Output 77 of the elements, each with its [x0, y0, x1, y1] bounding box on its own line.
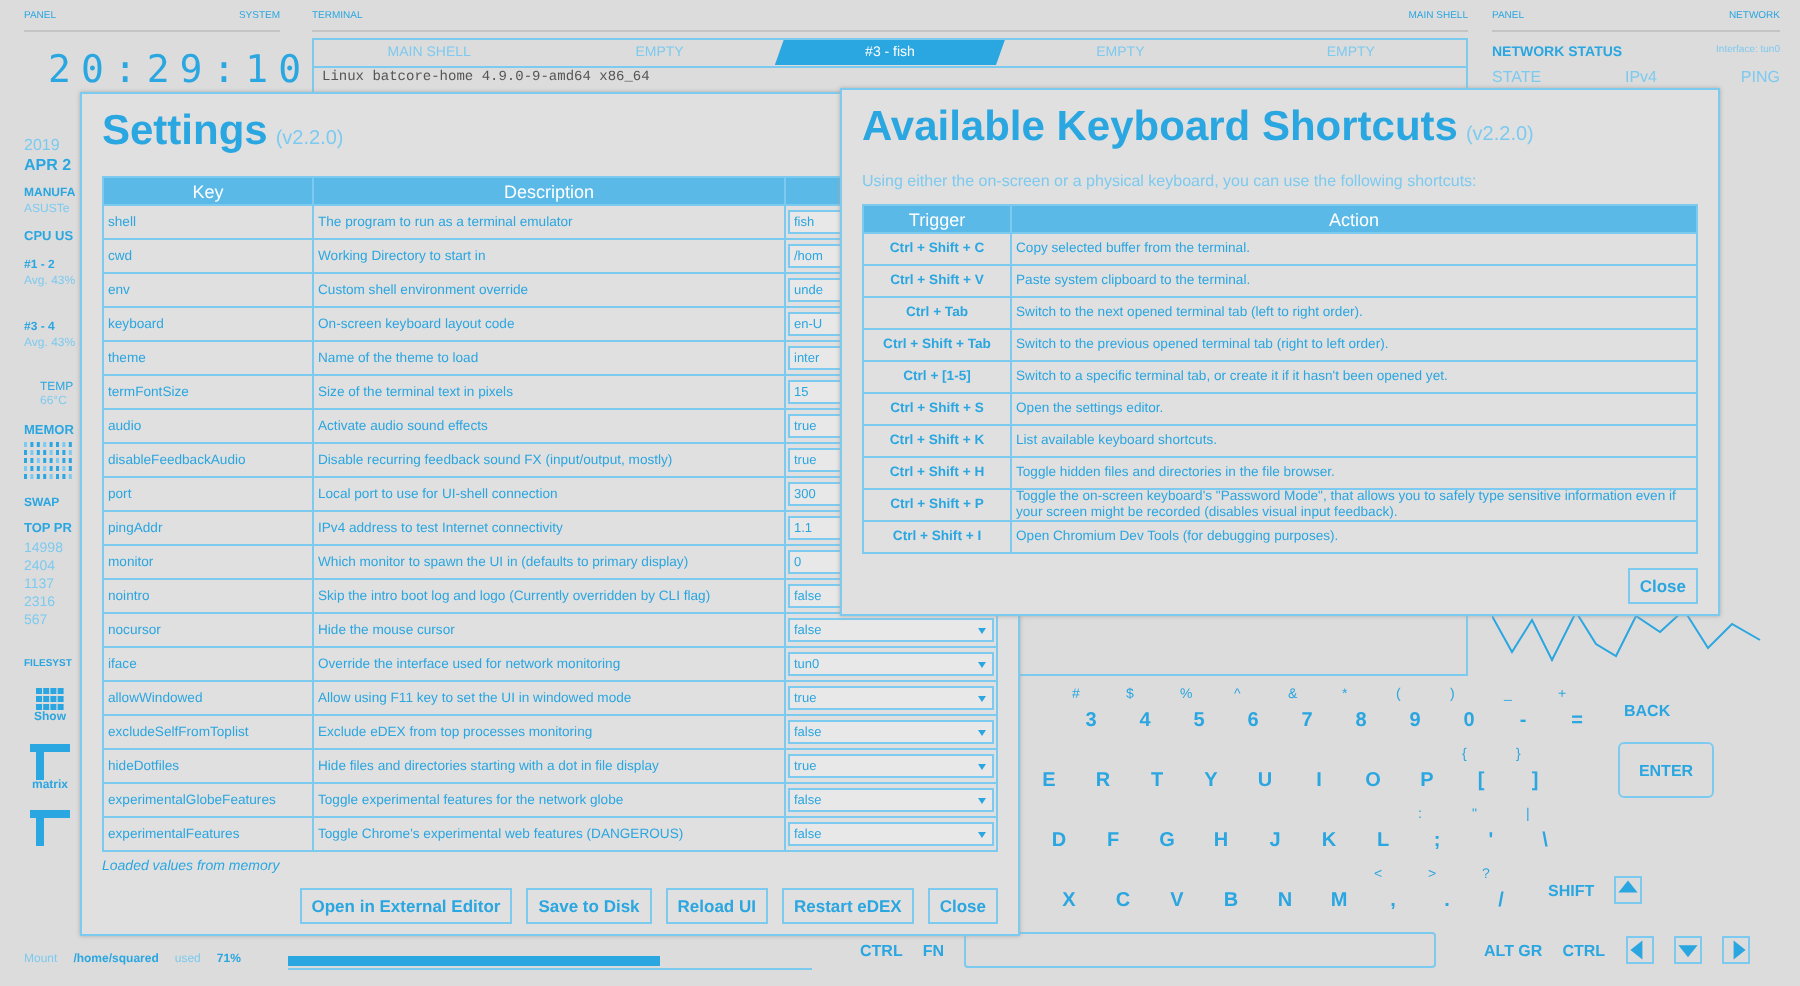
keyboard-key[interactable]: = — [1571, 710, 1583, 732]
keyboard-key[interactable]: , — [1390, 890, 1396, 912]
space-key[interactable] — [964, 932, 1436, 968]
keyboard-key[interactable]: H — [1213, 830, 1229, 852]
column-header: Description — [313, 177, 785, 205]
dialog-title: Available Keyboard Shortcuts (v2.2.0) — [862, 102, 1534, 154]
keyboard-key[interactable]: CTRL — [860, 941, 903, 959]
keyboard-key[interactable]: ] — [1531, 770, 1539, 792]
enter-key[interactable]: ENTER — [1618, 742, 1714, 798]
keyboard-key[interactable]: ALT GR — [1484, 941, 1543, 959]
caret-icon — [978, 831, 986, 837]
memory-grid-drawing — [24, 441, 76, 482]
keyboard-key[interactable]: 7 — [1301, 710, 1313, 732]
dialog-title: Settings (v2.2.0) — [102, 106, 344, 158]
clock: 20:29:10 — [48, 47, 312, 91]
dialog-button[interactable]: Close — [927, 888, 998, 924]
keyboard-key[interactable]: N — [1277, 890, 1293, 912]
keyboard-key[interactable]: G — [1159, 830, 1175, 852]
network-column: IPv4 — [1625, 67, 1658, 88]
keyboard-key[interactable]: CTRL — [1562, 941, 1606, 959]
keyboard-key[interactable]: F — [1106, 830, 1120, 852]
keyboard-key[interactable]: U — [1257, 770, 1273, 792]
keyboard-key[interactable]: J — [1269, 830, 1281, 852]
dialog-button[interactable]: Restart eDEX — [781, 888, 914, 924]
caret-icon — [978, 661, 986, 667]
keyboard-key[interactable]: K — [1321, 830, 1337, 852]
keyboard-key[interactable]: O — [1365, 770, 1381, 792]
keyboard-key[interactable]: ; — [1433, 830, 1441, 852]
keyboard-key[interactable]: FN — [922, 941, 944, 959]
keyboard-key[interactable]: 6 — [1247, 710, 1259, 732]
keyboard-key[interactable]: E — [1042, 770, 1056, 792]
keyboard-key[interactable]: SHIFT — [1548, 881, 1595, 899]
keyboard-key[interactable]: 5 — [1193, 710, 1205, 732]
keyboard-key[interactable]: BACK — [1624, 701, 1671, 719]
keyboard-key[interactable]: P — [1420, 770, 1434, 792]
file-icon[interactable] — [30, 810, 70, 847]
keyboard-key[interactable]: / — [1498, 890, 1504, 912]
keyboard-key[interactable]: T — [1150, 770, 1164, 792]
keyboard-key[interactable]: B — [1223, 890, 1239, 912]
keyboard-key[interactable]: . — [1444, 890, 1450, 912]
keyboard-key[interactable]: - — [1519, 710, 1527, 732]
keyboard-key[interactable]: X — [1062, 890, 1076, 912]
year: 2019 — [24, 135, 60, 156]
close-button[interactable]: Close — [1627, 568, 1698, 604]
date: APR 2 — [24, 155, 72, 177]
keyboard-key[interactable]: [ — [1477, 770, 1485, 792]
keyboard-key[interactable]: R — [1095, 770, 1111, 792]
keyboard-key[interactable]: 0 — [1463, 710, 1475, 732]
dialog-button[interactable]: Reload UI — [665, 888, 768, 924]
keyboard-key[interactable]: L — [1376, 830, 1390, 852]
caret-icon — [978, 695, 986, 701]
dialog-button[interactable]: Save to Disk — [526, 888, 652, 924]
keyboard-key[interactable]: V — [1170, 890, 1184, 912]
dialog-intro: Using either the on-screen or a physical keyboard, you can use the following shortcuts: — [862, 172, 1477, 190]
column-header: Key — [103, 177, 313, 205]
keyboard-key[interactable]: C — [1115, 890, 1131, 912]
keyboard-key[interactable]: I — [1316, 770, 1322, 792]
caret-icon — [978, 729, 986, 735]
network-column: STATE — [1492, 67, 1542, 88]
keyboard-key[interactable]: ' — [1488, 830, 1494, 852]
caret-icon — [978, 797, 986, 803]
network-column: PING — [1740, 67, 1780, 88]
keyboard-key[interactable]: \ — [1542, 830, 1548, 852]
keyboard-key[interactable]: 8 — [1355, 710, 1367, 732]
keyboard-key[interactable]: 9 — [1409, 710, 1421, 732]
caret-icon — [978, 627, 986, 633]
keyboard-key[interactable]: M — [1330, 890, 1348, 912]
grid-icon[interactable] — [36, 687, 64, 712]
column-header: Trigger — [863, 205, 1011, 233]
keyboard-key[interactable]: Y — [1204, 770, 1218, 792]
keyboard-key[interactable]: 3 — [1085, 710, 1097, 732]
dialog-button[interactable]: Open in External Editor — [299, 888, 513, 924]
keyboard-key[interactable]: D — [1051, 830, 1067, 852]
caret-icon — [978, 763, 986, 769]
keyboard-key[interactable]: 4 — [1139, 710, 1151, 732]
file-icon[interactable] — [30, 743, 70, 780]
column-header: Action — [1011, 205, 1697, 233]
